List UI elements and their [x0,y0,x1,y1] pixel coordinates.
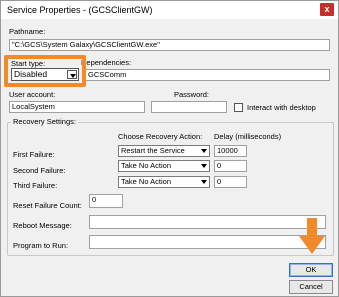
start-type-highlight [4,55,86,87]
third-failure-action-dropdown[interactable]: Take No Action [118,176,210,188]
ok-button-label: OK [305,265,317,274]
recovery-settings-title: Recovery Settings: [11,117,78,126]
third-failure-label: Third Failure: [13,181,58,190]
password-field[interactable] [151,101,227,113]
first-failure-delay-field[interactable]: 10000 [214,145,247,157]
second-failure-label: Second Failure: [13,166,66,175]
reboot-message-field[interactable] [89,215,326,229]
user-account-field[interactable]: LocalSystem [9,101,145,113]
service-properties-dialog: Service Properties - (GCSClientGW) x Pat… [0,0,339,297]
chevron-down-icon[interactable] [201,180,207,184]
recovery-delay-header: Delay (milliseconds) [214,132,282,141]
close-button[interactable]: x [320,3,334,16]
reset-failure-count-field[interactable]: 0 [89,194,123,208]
user-account-label: User account: [9,90,56,99]
title-bar: Service Properties - (GCSClientGW) x [1,1,338,19]
password-label: Password: [174,90,210,99]
interact-desktop-label: Interact with desktop [247,103,316,112]
cancel-button[interactable]: Cancel [289,280,333,294]
program-to-run-label: Program to Run: [13,241,69,250]
pathname-field[interactable]: "C:\GCS\System Galaxy\GCSClientGW.exe" [9,39,330,51]
reboot-message-label: Reboot Message: [13,221,72,230]
pointer-arrow-icon [299,218,325,254]
second-failure-delay-field[interactable]: 0 [214,160,247,172]
cancel-button-label: Cancel [299,282,323,291]
ok-button[interactable]: OK [289,263,333,277]
dependencies-field[interactable]: GCSComm [85,69,330,81]
second-failure-action-value: Take No Action [121,161,172,170]
window-title: Service Properties - (GCSClientGW) [7,5,153,15]
pathname-label: Pathname: [9,27,46,36]
first-failure-action-dropdown[interactable]: Restart the Service [118,145,210,157]
chevron-down-icon[interactable] [201,164,207,168]
third-failure-action-value: Take No Action [121,177,172,186]
recovery-action-header: Choose Recovery Action: [118,132,203,141]
chevron-down-icon[interactable] [201,149,207,153]
interact-desktop-checkbox[interactable] [234,103,243,112]
dependencies-label: Dependencies: [81,58,132,67]
reset-failure-count-label: Reset Failure Count: [13,201,82,210]
second-failure-action-dropdown[interactable]: Take No Action [118,160,210,172]
first-failure-action-value: Restart the Service [121,146,185,155]
program-to-run-field[interactable] [89,235,326,249]
first-failure-label: First Failure: [13,150,55,159]
third-failure-delay-field[interactable]: 0 [214,176,247,188]
close-icon[interactable]: x [324,4,329,14]
